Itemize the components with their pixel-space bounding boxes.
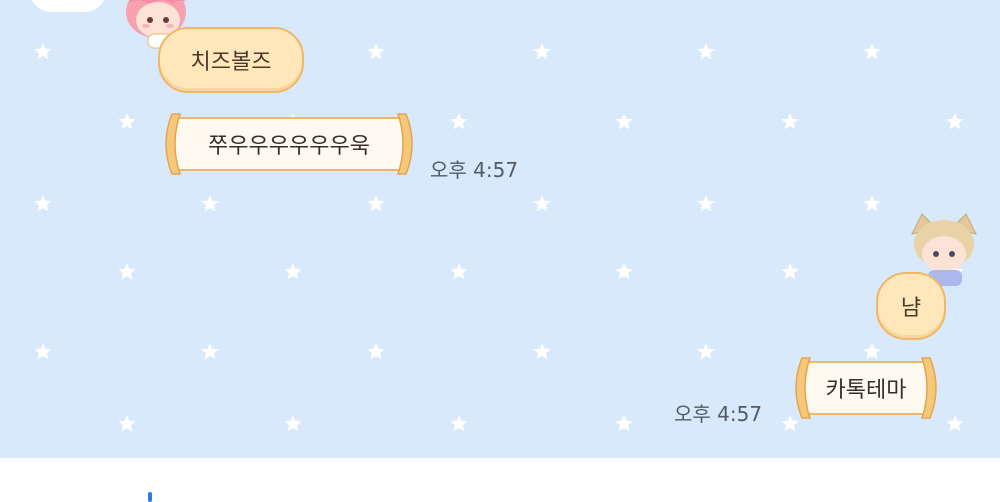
star-icon: [34, 43, 52, 60]
star-icon: [533, 195, 551, 212]
star-icon: [118, 263, 136, 280]
star-icon: [201, 343, 219, 360]
star-icon: [34, 343, 52, 360]
star-icon: [118, 415, 136, 432]
message-text: 쭈우우우우우우욱: [208, 134, 370, 159]
message-bubble-1[interactable]: 치즈볼즈: [158, 27, 304, 93]
star-icon: [697, 343, 715, 360]
star-icon: [450, 263, 468, 280]
star-icon: [367, 343, 385, 360]
star-icon: [615, 263, 633, 280]
star-icon: [533, 43, 551, 60]
message-bubble-4[interactable]: 카톡테마: [788, 354, 944, 422]
star-icon: [450, 415, 468, 432]
star-icon: [367, 43, 385, 60]
star-icon: [615, 415, 633, 432]
message-bubble-3[interactable]: 냠: [876, 272, 946, 340]
star-icon: [781, 113, 799, 130]
message-bubble-2[interactable]: 쭈우우우우우우욱: [158, 110, 420, 178]
star-icon: [863, 43, 881, 60]
chat-background: 치즈볼즈 쭈우우우우우우욱 오후 4:57 냠 카톡테마 오후 4:57: [0, 0, 1000, 458]
star-icon: [450, 113, 468, 130]
message-text: 치즈볼즈: [190, 50, 272, 75]
star-icon: [284, 263, 302, 280]
star-icon: [697, 195, 715, 212]
text-cursor: [148, 492, 152, 502]
star-icon: [946, 113, 964, 130]
star-icon: [697, 43, 715, 60]
star-icon: [34, 195, 52, 212]
star-icon: [201, 195, 219, 212]
star-icon: [946, 415, 964, 432]
message-time: 오후 4:57: [430, 158, 519, 182]
message-text: 카톡테마: [825, 378, 907, 403]
star-icon: [781, 263, 799, 280]
star-icon: [615, 113, 633, 130]
star-icon: [367, 195, 385, 212]
message-text: 냠: [900, 296, 922, 321]
star-icon: [118, 113, 136, 130]
message-time: 오후 4:57: [674, 402, 763, 426]
star-icon: [863, 195, 881, 212]
star-icon: [284, 415, 302, 432]
star-icon: [533, 343, 551, 360]
